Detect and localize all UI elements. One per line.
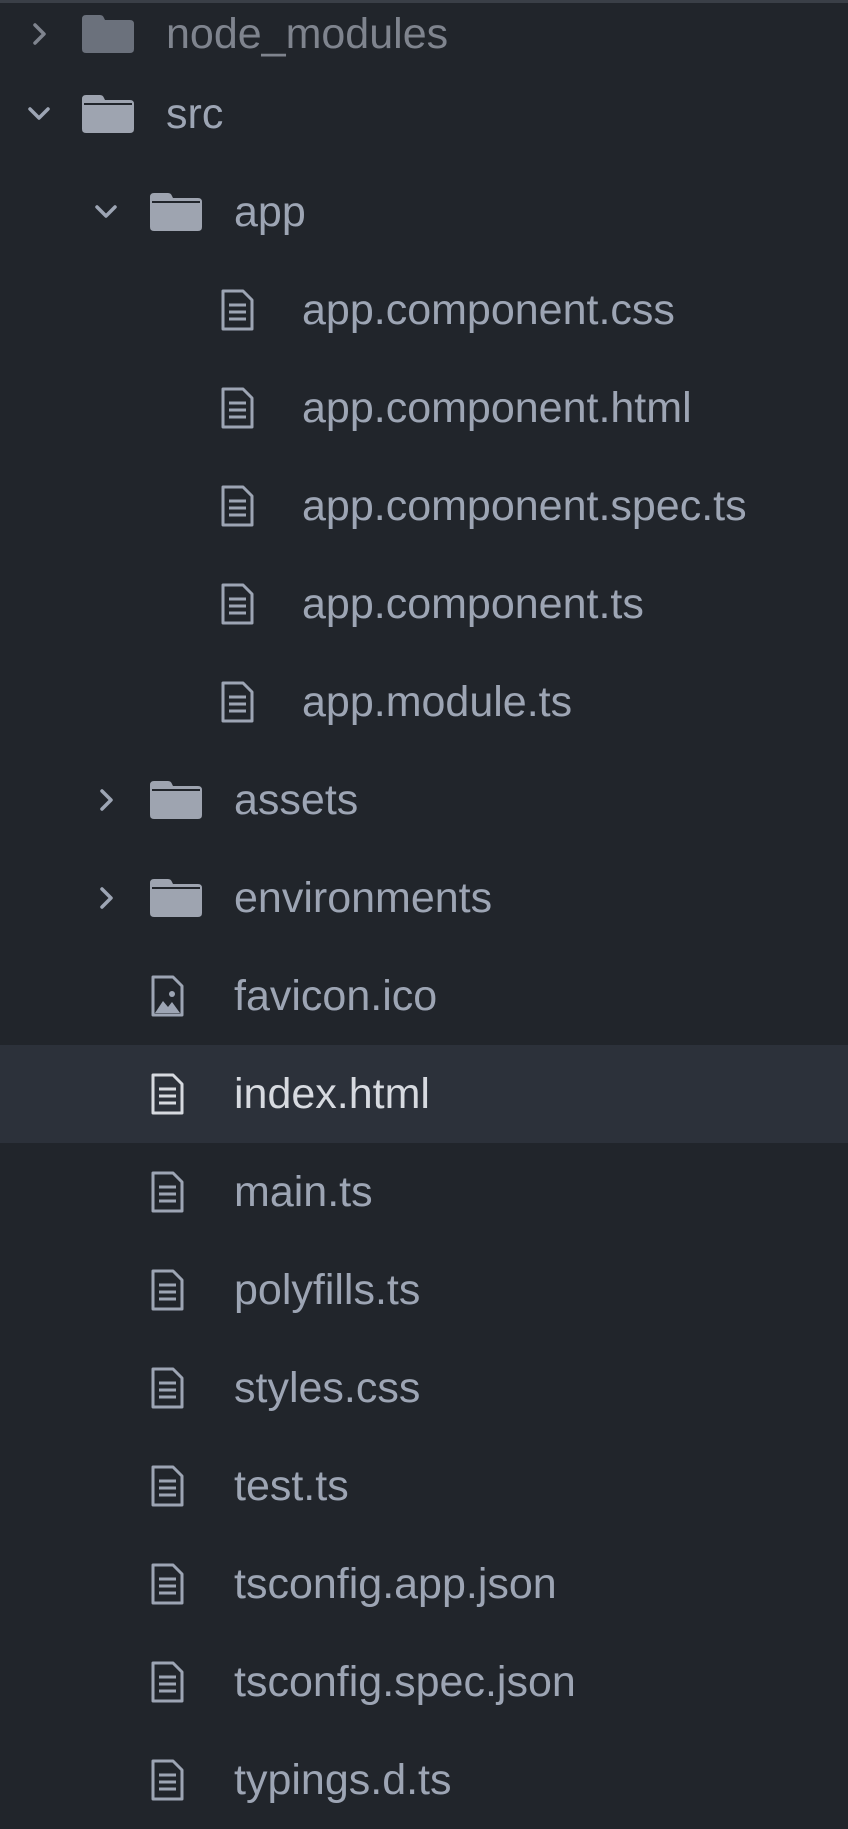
tree-item-main-ts[interactable]: main.ts — [0, 1143, 848, 1241]
tree-item-app-module-ts[interactable]: app.module.ts — [0, 653, 848, 751]
file-text-icon — [150, 1269, 184, 1311]
tree-item-label: src — [166, 90, 224, 138]
chevron-right-icon[interactable] — [93, 787, 119, 813]
tree-item-assets[interactable]: assets — [0, 751, 848, 849]
file-text-icon — [220, 583, 254, 625]
file-text-icon — [220, 289, 254, 331]
tree-item-label: styles.css — [234, 1364, 421, 1412]
tree-item-app-component-css[interactable]: app.component.css — [0, 261, 848, 359]
tree-item-app-component-html[interactable]: app.component.html — [0, 359, 848, 457]
file-text-icon — [150, 1171, 184, 1213]
tree-item-label: polyfills.ts — [234, 1266, 421, 1314]
tree-item-favicon-ico[interactable]: favicon.ico — [0, 947, 848, 1045]
folder-icon — [82, 95, 134, 133]
folder-icon — [150, 193, 202, 231]
file-text-icon — [150, 1661, 184, 1703]
tree-item-label: app.component.css — [302, 286, 675, 334]
tree-item-app-component-ts[interactable]: app.component.ts — [0, 555, 848, 653]
tree-item-app-component-spec-ts[interactable]: app.component.spec.ts — [0, 457, 848, 555]
file-text-icon — [150, 1367, 184, 1409]
tree-item-label: assets — [234, 776, 359, 824]
file-text-icon — [150, 1759, 184, 1801]
chevron-down-icon[interactable] — [93, 199, 119, 225]
tree-item-label: tsconfig.spec.json — [234, 1658, 576, 1706]
tree-item-typings-d-ts[interactable]: typings.d.ts — [0, 1731, 848, 1829]
tree-item-src[interactable]: src — [0, 65, 848, 163]
tree-item-label: app.module.ts — [302, 678, 573, 726]
file-image-icon — [150, 975, 184, 1017]
tree-item-styles-css[interactable]: styles.css — [0, 1339, 848, 1437]
folder-icon — [150, 781, 202, 819]
chevron-down-icon[interactable] — [26, 101, 52, 127]
tree-item-tsconfig-app-json[interactable]: tsconfig.app.json — [0, 1535, 848, 1633]
tree-item-label: app.component.spec.ts — [302, 482, 747, 530]
tree-item-environments[interactable]: environments — [0, 849, 848, 947]
tree-item-label: tsconfig.app.json — [234, 1560, 557, 1608]
file-explorer-tree: node_modules src app app.component.css a… — [0, 0, 848, 1804]
file-text-icon — [150, 1563, 184, 1605]
file-text-icon — [220, 387, 254, 429]
tree-item-test-ts[interactable]: test.ts — [0, 1437, 848, 1535]
tree-item-label: app — [234, 188, 306, 236]
tree-item-label: favicon.ico — [234, 972, 438, 1020]
tree-item-label: typings.d.ts — [234, 1756, 452, 1804]
file-text-icon — [220, 681, 254, 723]
tree-item-app[interactable]: app — [0, 163, 848, 261]
file-text-icon — [150, 1073, 184, 1115]
chevron-right-icon[interactable] — [93, 885, 119, 911]
tree-item-label: main.ts — [234, 1168, 373, 1216]
tree-item-label: index.html — [234, 1070, 430, 1118]
file-text-icon — [220, 485, 254, 527]
tree-item-label: environments — [234, 874, 493, 922]
chevron-right-icon[interactable] — [26, 21, 52, 47]
tree-item-label: test.ts — [234, 1462, 349, 1510]
tree-item-label: node_modules — [166, 10, 449, 58]
tree-item-label: app.component.ts — [302, 580, 644, 628]
tree-item-tsconfig-spec-json[interactable]: tsconfig.spec.json — [0, 1633, 848, 1731]
tree-item-polyfills-ts[interactable]: polyfills.ts — [0, 1241, 848, 1339]
tree-item-node-modules[interactable]: node_modules — [0, 3, 848, 65]
tree-item-index-html[interactable]: index.html — [0, 1045, 848, 1143]
tree-item-label: app.component.html — [302, 384, 692, 432]
folder-icon — [82, 15, 134, 53]
file-text-icon — [150, 1465, 184, 1507]
folder-icon — [150, 879, 202, 917]
